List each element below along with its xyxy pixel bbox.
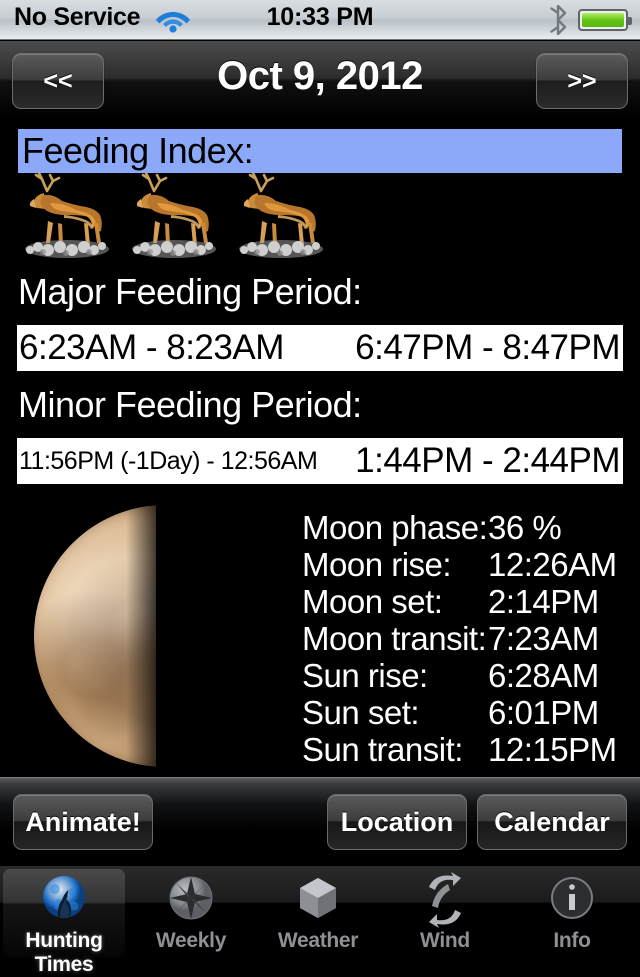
- astronomy-row: Moon transit:7:23AM: [302, 620, 632, 657]
- astronomy-row: Moon phase:36 %: [302, 509, 632, 546]
- astronomy-value: 6:28AM: [488, 657, 632, 695]
- deer-icon: [14, 173, 121, 265]
- feeding-index-label: Feeding Index:: [18, 129, 622, 173]
- minor-feeding-first: 11:56PM (-1Day) - 12:56AM: [19, 438, 317, 484]
- battery-fill: [582, 13, 624, 27]
- next-day-button[interactable]: >>: [536, 53, 628, 109]
- clock-label: 10:33 PM: [0, 3, 640, 32]
- main-content: Feeding Index:: [0, 119, 640, 777]
- astronomy-value: 7:23AM: [488, 620, 632, 658]
- tab-bar: Hunting Times Weekly Weather Wind Info: [0, 866, 640, 960]
- tab-label: Hunting Times: [3, 929, 125, 977]
- tab-label: Info: [511, 929, 633, 953]
- navigation-bar: << Oct 9, 2012 >>: [0, 41, 640, 119]
- tab-weather[interactable]: Weather: [257, 869, 379, 957]
- wolf-moon-icon: [36, 872, 92, 928]
- animate-button[interactable]: Animate!: [13, 794, 153, 850]
- bluetooth-icon: [550, 5, 568, 35]
- astronomy-key: Sun set:: [302, 694, 488, 732]
- minor-feeding-second: 1:44PM - 2:44PM: [355, 438, 620, 484]
- tab-info[interactable]: Info: [511, 869, 633, 957]
- deer-icon: [228, 173, 335, 265]
- major-feeding-row: 6:23AM - 8:23AM 6:47PM - 8:47PM: [17, 325, 623, 371]
- astronomy-row: Moon rise:12:26AM: [302, 546, 632, 583]
- tab-label: Weather: [257, 929, 379, 953]
- app-screen: No Service 10:33 PM << Oct 9, 2012 >> Fe…: [0, 0, 640, 960]
- astronomy-key: Moon transit:: [302, 620, 488, 658]
- deer-icon: [121, 173, 228, 265]
- feeding-index-rating: [14, 173, 335, 265]
- astronomy-value: 36 %: [488, 509, 632, 547]
- status-bar: No Service 10:33 PM: [0, 0, 640, 40]
- astronomy-key: Moon set:: [302, 583, 488, 621]
- tab-wind[interactable]: Wind: [384, 869, 506, 957]
- tab-label: Wind: [384, 929, 506, 953]
- astronomy-row: Moon set:2:14PM: [302, 583, 632, 620]
- astronomy-row: Sun rise:6:28AM: [302, 657, 632, 694]
- bottom-toolbar: Animate! Location Calendar: [0, 777, 640, 866]
- astronomy-row: Sun transit:12:15PM: [302, 731, 632, 768]
- moon-shadow: [156, 499, 296, 777]
- astronomy-key: Moon phase:: [302, 509, 488, 547]
- astronomy-value: 12:15PM: [488, 731, 632, 769]
- astronomy-key: Sun rise:: [302, 657, 488, 695]
- astronomy-key: Moon rise:: [302, 546, 488, 584]
- astronomy-row: Sun set:6:01PM: [302, 694, 632, 731]
- minor-feeding-label: Minor Feeding Period:: [18, 384, 362, 426]
- major-feeding-label: Major Feeding Period:: [18, 271, 362, 313]
- calendar-button[interactable]: Calendar: [477, 794, 627, 850]
- location-button[interactable]: Location: [327, 794, 467, 850]
- wind-swirl-icon: [417, 872, 473, 928]
- astronomy-table: Moon phase:36 %Moon rise:12:26AMMoon set…: [302, 509, 632, 768]
- tab-weekly[interactable]: Weekly: [130, 869, 252, 957]
- compass-rose-icon: [163, 872, 219, 928]
- major-feeding-first: 6:23AM - 8:23AM: [19, 325, 284, 371]
- cube-icon: [290, 872, 346, 928]
- astronomy-key: Sun transit:: [302, 731, 488, 769]
- tab-hunting-times[interactable]: Hunting Times: [3, 869, 125, 957]
- astronomy-value: 2:14PM: [488, 583, 632, 621]
- astronomy-value: 6:01PM: [488, 694, 632, 732]
- minor-feeding-row: 11:56PM (-1Day) - 12:56AM 1:44PM - 2:44P…: [17, 438, 623, 484]
- astronomy-value: 12:26AM: [488, 546, 632, 584]
- moon-phase-image: [6, 499, 296, 777]
- battery-icon: [578, 9, 628, 31]
- info-circle-icon: [544, 872, 600, 928]
- tab-label: Weekly: [130, 929, 252, 953]
- major-feeding-second: 6:47PM - 8:47PM: [355, 325, 620, 371]
